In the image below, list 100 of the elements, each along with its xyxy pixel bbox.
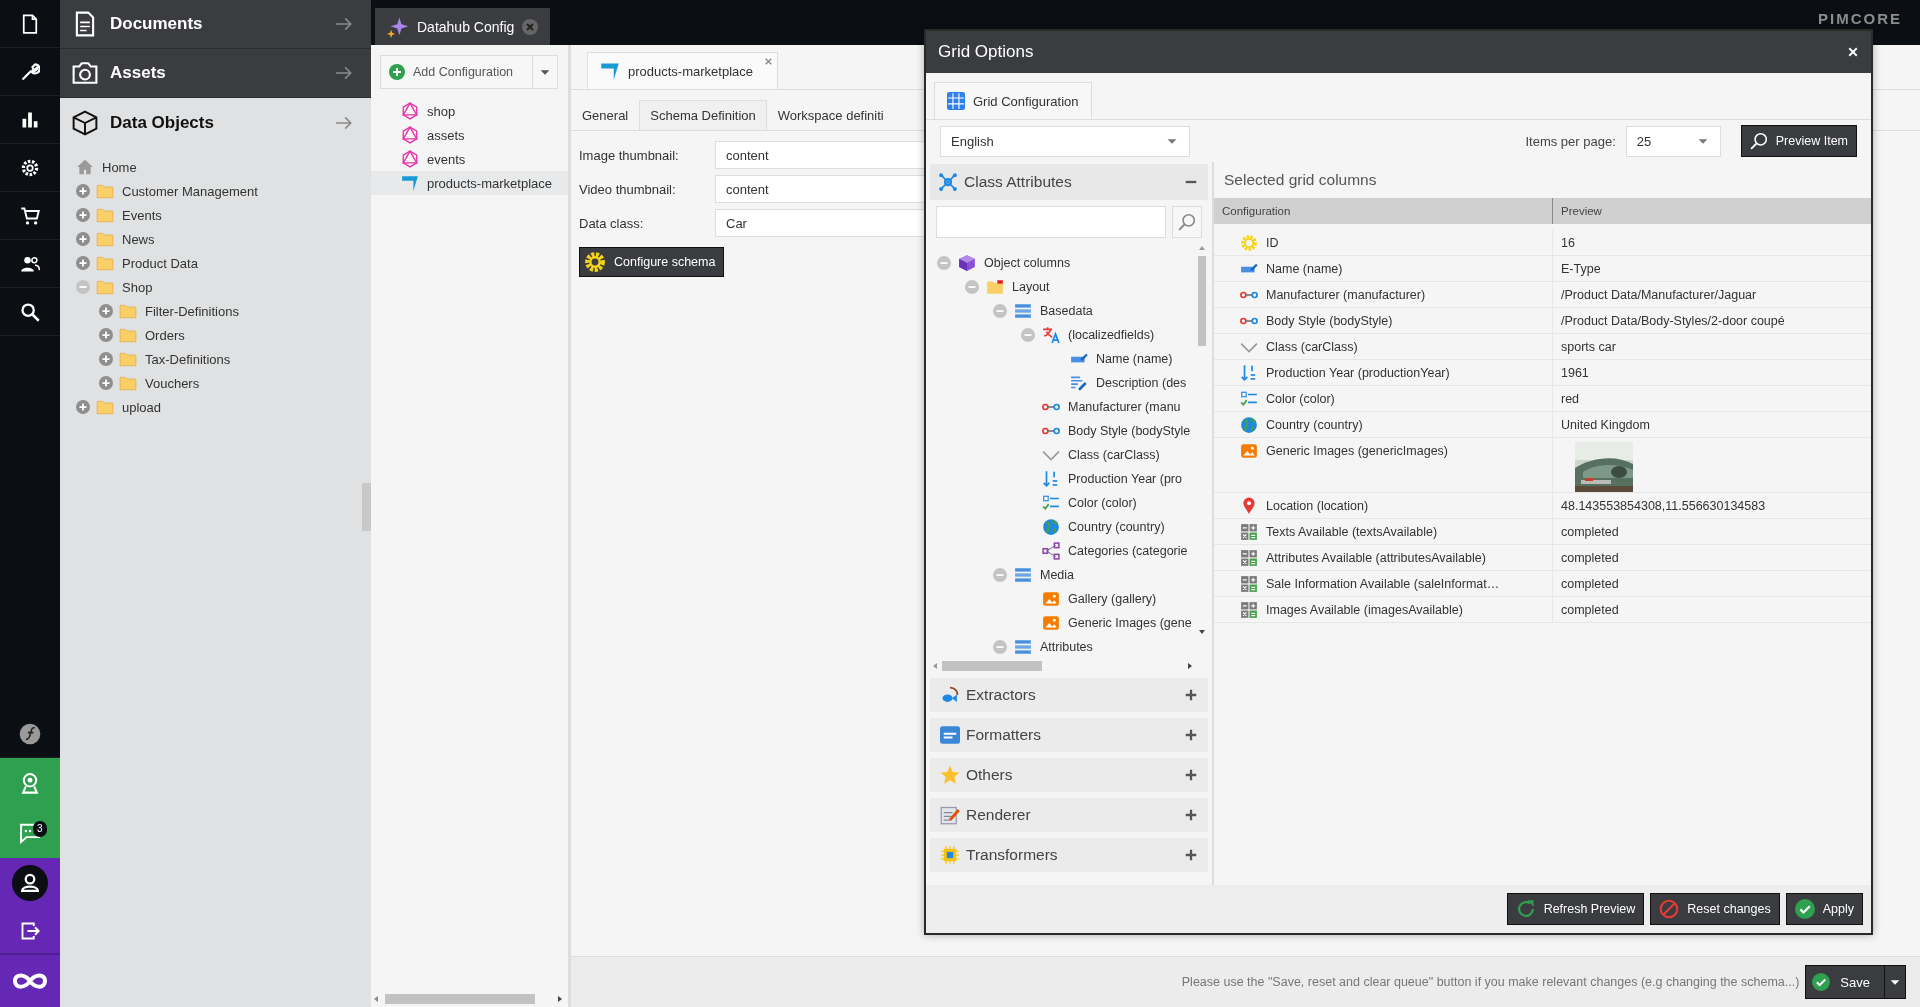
table-cell: Sale Information Available (saleInformat…: [1266, 576, 1500, 591]
tree-item[interactable]: Attributes: [1040, 640, 1093, 654]
close-icon: [1847, 46, 1859, 58]
panel-header[interactable]: Renderer: [930, 798, 1208, 832]
configuration-item[interactable]: products-marketplace: [371, 171, 568, 195]
configuration-item[interactable]: events: [371, 147, 568, 171]
sub-tab[interactable]: Schema Definition: [639, 100, 767, 130]
editor-tab[interactable]: products-marketplace: [587, 52, 778, 89]
table-cell: Generic Images (genericImages): [1266, 444, 1449, 458]
avatar-icon: [12, 865, 48, 901]
table-cell: Attributes Available (attributesAvailable): [1266, 550, 1486, 565]
image-icon: [1042, 590, 1060, 608]
column-header[interactable]: Configuration: [1214, 198, 1553, 224]
grid-icon: [947, 92, 965, 110]
tree-item[interactable]: Manufacturer (manu: [1068, 400, 1181, 414]
expand-icon[interactable]: [76, 184, 90, 198]
star-icon: [940, 765, 960, 785]
tree-item[interactable]: News: [122, 231, 155, 247]
tree-item[interactable]: Media: [1040, 568, 1075, 582]
table-cell: completed: [1561, 576, 1619, 591]
panel-header[interactable]: Formatters: [930, 718, 1208, 752]
plus-icon: [1184, 688, 1198, 702]
tree-item[interactable]: Basedata: [1040, 304, 1093, 318]
tree-item[interactable]: Body Style (bodyStyle: [1068, 424, 1191, 438]
tree-item[interactable]: Layout: [1012, 280, 1050, 294]
tree-item[interactable]: Filter-Definitions: [145, 303, 239, 319]
column-header[interactable]: Preview: [1552, 198, 1871, 224]
panel-header[interactable]: Class Attributes: [930, 164, 1208, 200]
collapse-icon[interactable]: [937, 256, 951, 270]
tree-item[interactable]: Class (carClass): [1068, 448, 1160, 462]
document-icon: [20, 13, 40, 34]
tree-item[interactable]: Production Year (pro: [1068, 472, 1182, 486]
dialog-button[interactable]: Apply: [1785, 893, 1863, 925]
panel-icon: [1014, 566, 1032, 584]
tree-item[interactable]: Categories (categorie: [1068, 544, 1188, 558]
expand-icon[interactable]: [76, 208, 90, 222]
expand-icon[interactable]: [76, 400, 90, 414]
expand-icon[interactable]: [99, 304, 113, 318]
field-label: Video thumbnail:: [579, 181, 677, 197]
preview-item-button[interactable]: Preview Item: [1740, 125, 1857, 157]
search-icon: [1178, 213, 1196, 231]
tree-item[interactable]: Events: [122, 207, 162, 223]
tree-item[interactable]: Description (des: [1096, 376, 1187, 390]
nav-panel-header[interactable]: Documents: [60, 0, 371, 49]
nodes-icon: [1042, 542, 1060, 560]
hint-text: Please use the "Save, reset and clear queue" button if you make relevant changes (e.g changing the schema...): [1181, 975, 1800, 989]
panel-header[interactable]: Transformers: [930, 838, 1208, 872]
globe-icon: [1042, 518, 1060, 536]
dialog-tab[interactable]: Grid Configuration: [934, 82, 1092, 119]
items-per-page-select[interactable]: 25: [1625, 125, 1721, 157]
expand-icon[interactable]: [99, 376, 113, 390]
collapse-handle[interactable]: [362, 483, 371, 531]
main-tab[interactable]: Datahub Config: [375, 8, 551, 45]
table-cell: Color (color): [1266, 391, 1335, 406]
expand-icon[interactable]: [76, 232, 90, 246]
configuration-item[interactable]: assets: [371, 123, 568, 147]
configuration-item[interactable]: shop: [371, 99, 568, 123]
collapse-icon[interactable]: [1021, 328, 1035, 342]
collapse-icon[interactable]: [76, 280, 90, 294]
tree-item[interactable]: Vouchers: [145, 375, 200, 391]
tree-item[interactable]: upload: [122, 399, 162, 415]
panel-header[interactable]: Extractors: [930, 678, 1208, 712]
expand-icon[interactable]: [99, 352, 113, 366]
collapse-icon[interactable]: [993, 640, 1007, 654]
sub-tab[interactable]: General: [571, 100, 640, 130]
tree-item[interactable]: Product Data: [122, 255, 198, 271]
tree-item[interactable]: Object columns: [984, 256, 1071, 270]
expand-icon[interactable]: [76, 256, 90, 270]
tree-item[interactable]: Tax-Definitions: [145, 351, 231, 367]
dialog-button[interactable]: Reset changes: [1650, 893, 1780, 925]
search-button[interactable]: [1172, 206, 1202, 238]
close-button[interactable]: [1847, 46, 1859, 58]
tree-item[interactable]: Color (color): [1068, 496, 1137, 510]
tree-item[interactable]: Home: [102, 159, 137, 175]
collapse-icon[interactable]: [993, 304, 1007, 318]
tree-item[interactable]: Generic Images (gene: [1068, 616, 1192, 630]
search-field[interactable]: [936, 206, 1166, 238]
tree-item[interactable]: Shop: [122, 279, 153, 295]
tree-item[interactable]: Orders: [145, 327, 185, 343]
table-cell: Images Available (imagesAvailable): [1266, 602, 1463, 617]
tree-item[interactable]: Name (name): [1096, 352, 1173, 366]
panel-header[interactable]: Others: [930, 758, 1208, 792]
collapse-icon[interactable]: [965, 280, 979, 294]
sub-tab[interactable]: Workspace definiti: [766, 100, 895, 130]
text-lines-icon: [1070, 374, 1088, 392]
tree-item[interactable]: Country (country): [1068, 520, 1165, 534]
dialog-button[interactable]: Refresh Preview: [1506, 893, 1645, 925]
chip-icon: [940, 845, 960, 865]
panel-icon: [1014, 302, 1032, 320]
table-cell: Production Year (productionYear): [1266, 365, 1450, 380]
folder-icon: [119, 350, 137, 368]
tree-item[interactable]: (localizedfields): [1068, 328, 1155, 342]
collapse-icon[interactable]: [993, 568, 1007, 582]
nav-panel-header[interactable]: Assets: [60, 49, 371, 98]
cart-icon: [20, 205, 40, 226]
tree-item[interactable]: Customer Management: [122, 183, 258, 199]
configure-schema-button[interactable]: Configure schema: [579, 247, 725, 277]
language-select[interactable]: English: [940, 125, 1190, 157]
tree-item[interactable]: Gallery (gallery): [1068, 592, 1157, 606]
expand-icon[interactable]: [99, 328, 113, 342]
